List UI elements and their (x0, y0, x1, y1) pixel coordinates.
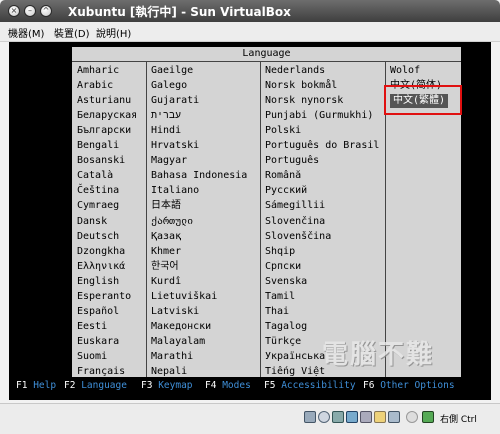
menu-help[interactable]: 說明(H) (96, 25, 131, 40)
fkey-other-options[interactable]: F6 Other Options (363, 380, 455, 391)
language-option[interactable]: Thai (265, 305, 289, 319)
language-option[interactable]: Euskara (77, 335, 119, 349)
minimize-icon[interactable]: – (24, 5, 36, 17)
language-option[interactable]: Македонски (151, 320, 211, 334)
language-option[interactable]: Amharic (77, 64, 119, 78)
host-key-label: 右側 Ctrl (440, 415, 477, 425)
language-option[interactable]: Eesti (77, 320, 107, 334)
language-option[interactable]: Slovenčina (265, 215, 325, 229)
language-option[interactable]: Português (265, 154, 319, 168)
language-option[interactable]: Русский (265, 184, 307, 198)
window-title-bar: × – ^ Xubuntu [執行中] - Sun VirtualBox (0, 0, 500, 22)
mouse-integration-icon[interactable] (406, 411, 418, 423)
language-option[interactable]: Português do Brasil (265, 139, 379, 153)
host-key-icon (422, 411, 434, 423)
function-key-bar: F1 Help F2 Language F3 Keymap F4 Modes F… (9, 380, 491, 394)
language-option[interactable]: Norsk bokmål (265, 79, 337, 93)
language-option[interactable]: Български (77, 124, 131, 138)
language-option[interactable]: English (77, 275, 119, 289)
language-option[interactable]: Dansk (77, 215, 107, 229)
language-option[interactable]: Українська (265, 350, 325, 364)
column-divider (260, 62, 261, 377)
language-option[interactable]: Svenska (265, 275, 307, 289)
language-option[interactable]: Malayalam (151, 335, 205, 349)
language-option[interactable]: 日本語 (151, 199, 181, 213)
cd-icon[interactable] (318, 411, 330, 423)
language-option[interactable]: Беларуская (77, 109, 137, 123)
menu-devices[interactable]: 裝置(D) (54, 25, 90, 40)
language-option[interactable]: Hrvatski (151, 139, 199, 153)
fkey-help[interactable]: F1 Help (16, 380, 56, 391)
shared-folders-icon[interactable] (374, 411, 386, 423)
language-option[interactable]: Asturianu (77, 94, 131, 108)
language-option[interactable]: Gujarati (151, 94, 199, 108)
fkey-accessibility[interactable]: F5 Accessibility (264, 380, 356, 391)
language-option[interactable]: Galego (151, 79, 187, 93)
language-option[interactable]: Hindi (151, 124, 181, 138)
display-icon[interactable] (388, 411, 400, 423)
language-option[interactable]: Nederlands (265, 64, 325, 78)
language-option[interactable]: 한국어 (151, 260, 179, 274)
language-option[interactable]: Tagalog (265, 320, 307, 334)
language-option[interactable]: ქართული (151, 215, 193, 229)
status-bar: 右側 Ctrl (0, 403, 500, 434)
close-icon[interactable]: × (8, 5, 20, 17)
column-divider (146, 62, 147, 377)
language-option[interactable]: Marathi (151, 350, 193, 364)
menu-machine[interactable]: 機器(M) (8, 25, 44, 40)
language-option[interactable]: Nepali (151, 365, 187, 379)
language-option[interactable]: Norsk nynorsk (265, 94, 343, 108)
language-option[interactable]: Català (77, 169, 113, 183)
language-option[interactable]: Kurdî (151, 275, 181, 289)
language-option[interactable]: Čeština (77, 184, 119, 198)
language-option[interactable]: Italiano (151, 184, 199, 198)
language-option[interactable]: Türkçe (265, 335, 301, 349)
language-option[interactable]: Esperanto (77, 290, 131, 304)
language-option[interactable]: Sámegillii (265, 199, 325, 213)
maximize-icon[interactable]: ^ (40, 5, 52, 17)
language-option[interactable]: Khmer (151, 245, 181, 259)
language-option[interactable]: Suomi (77, 350, 107, 364)
language-option[interactable]: Español (77, 305, 119, 319)
language-option[interactable]: Deutsch (77, 230, 119, 244)
language-option[interactable]: Српски (265, 260, 301, 274)
language-option[interactable]: Slovenščina (265, 230, 331, 244)
language-option[interactable]: Bengali (77, 139, 119, 153)
language-option[interactable]: Magyar (151, 154, 187, 168)
header-divider (72, 61, 461, 62)
window-title: Xubuntu [執行中] - Sun VirtualBox (68, 5, 291, 19)
language-option[interactable]: Bahasa Indonesia (151, 169, 247, 183)
floppy-icon[interactable] (332, 411, 344, 423)
language-option[interactable]: Punjabi (Gurmukhi) (265, 109, 373, 123)
language-option[interactable]: Gaeilge (151, 64, 193, 78)
language-option[interactable]: Cymraeg (77, 199, 119, 213)
fkey-keymap[interactable]: F3 Keymap (141, 380, 193, 391)
watermark: 電腦不難 (322, 340, 435, 370)
language-option[interactable]: Polski (265, 124, 301, 138)
language-menu-header: Language (72, 47, 461, 61)
language-option[interactable]: Arabic (77, 79, 113, 93)
language-option[interactable]: עברית (151, 109, 181, 123)
harddisk-icon[interactable] (304, 411, 316, 423)
language-option[interactable]: Français (77, 365, 125, 379)
language-option[interactable]: Tamil (265, 290, 295, 304)
usb-icon[interactable] (360, 411, 372, 423)
language-option[interactable]: Bosanski (77, 154, 125, 168)
language-option[interactable]: Ελληνικά (77, 260, 125, 274)
language-option[interactable]: Tiếng Việt (265, 365, 325, 379)
language-option[interactable]: Lietuviškai (151, 290, 217, 304)
selection-highlight-box (384, 85, 462, 115)
language-option[interactable]: Wolof (390, 64, 420, 78)
menu-bar: 機器(M) 裝置(D) 說明(H) (0, 22, 500, 42)
language-option[interactable]: Latviski (151, 305, 199, 319)
network-icon[interactable] (346, 411, 358, 423)
language-option[interactable]: Shqip (265, 245, 295, 259)
language-option[interactable]: Dzongkha (77, 245, 125, 259)
fkey-language[interactable]: F2 Language (64, 380, 127, 391)
fkey-modes[interactable]: F4 Modes (205, 380, 251, 391)
language-option[interactable]: Қазақ (151, 230, 181, 244)
language-option[interactable]: Română (265, 169, 301, 183)
